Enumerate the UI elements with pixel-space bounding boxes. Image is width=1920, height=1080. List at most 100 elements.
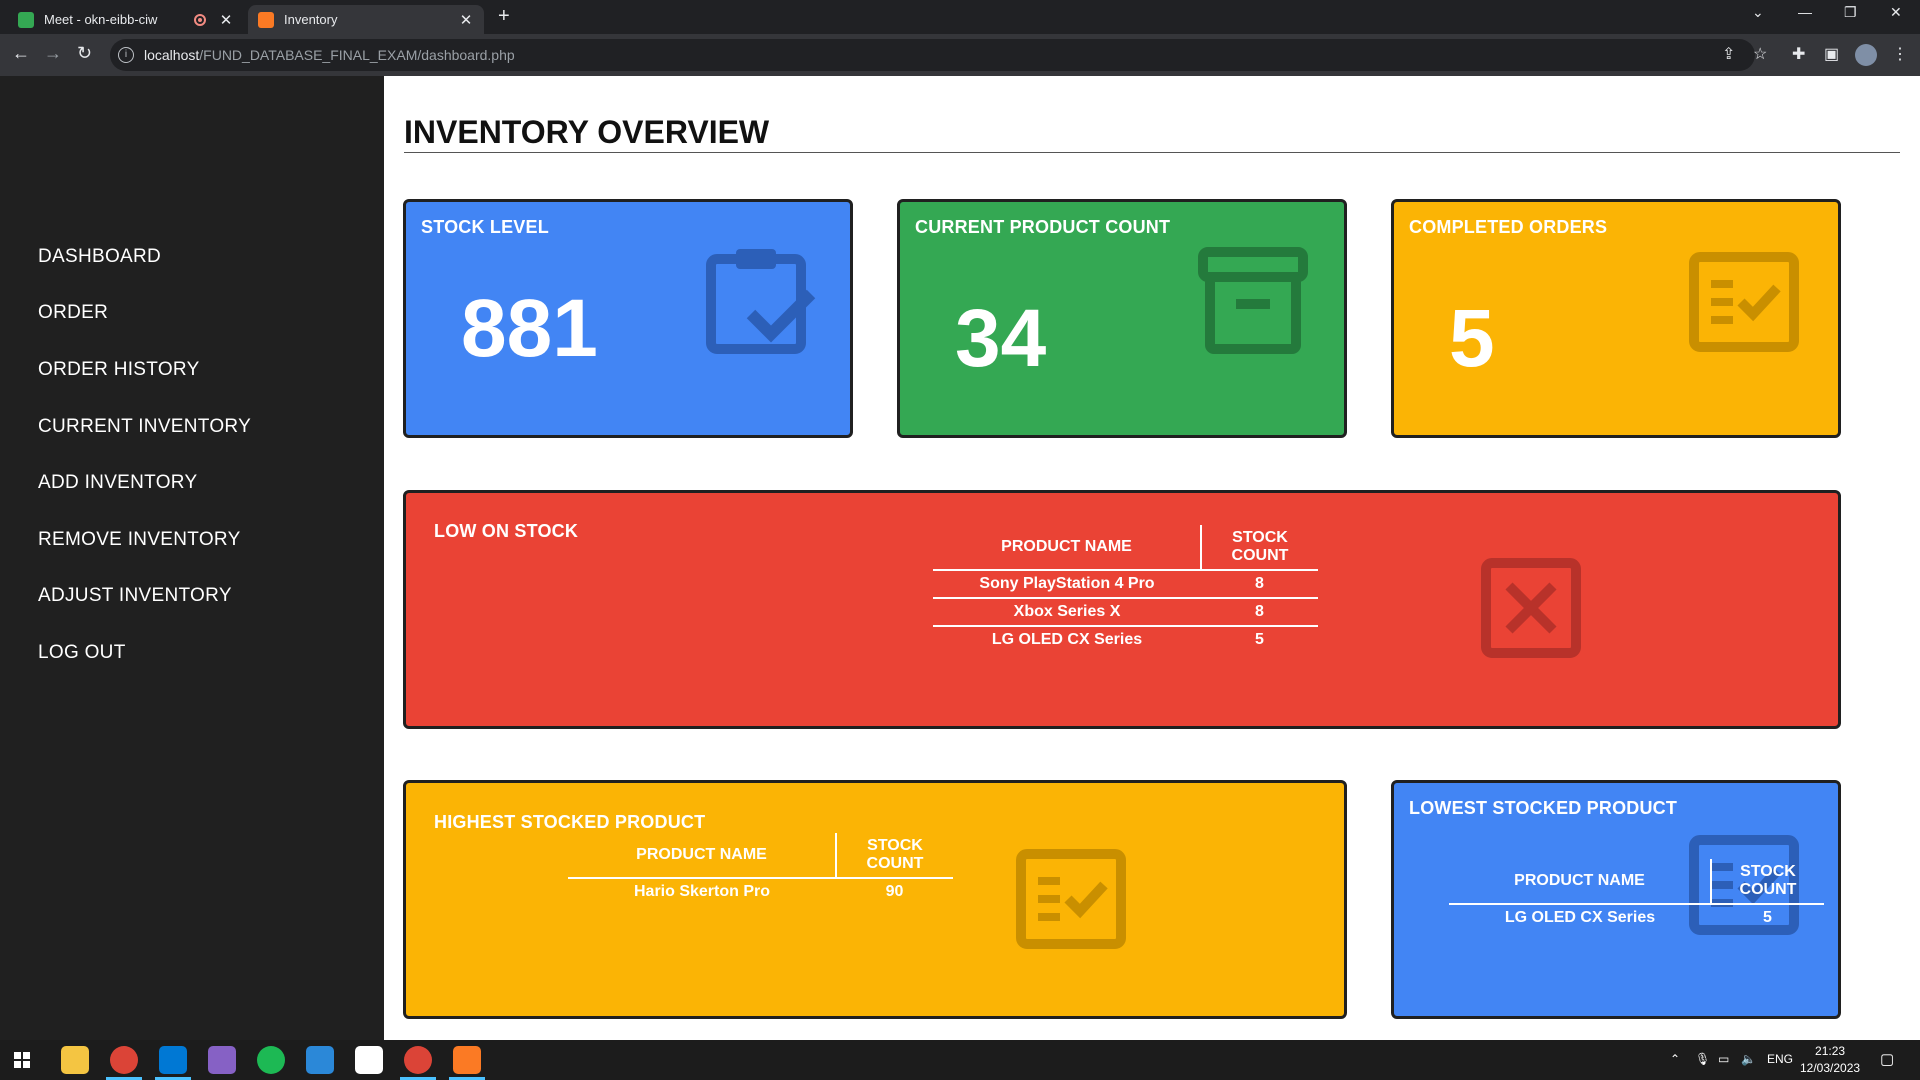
- highest-stocked-table: PRODUCT NAME STOCK COUNT Hario Skerton P…: [568, 833, 953, 905]
- forward-icon[interactable]: →: [44, 43, 62, 64]
- url-path: /FUND_DATABASE_FINAL_EXAM/dashboard.php: [199, 47, 515, 63]
- url-bar[interactable]: i localhost/FUND_DATABASE_FINAL_EXAM/das…: [110, 39, 1755, 71]
- column-header: STOCK COUNT: [1739, 863, 1797, 898]
- recording-icon: [194, 13, 206, 26]
- title-divider: [404, 152, 1900, 153]
- close-tab-icon[interactable]: ✕: [458, 11, 474, 29]
- close-tab-icon[interactable]: ✕: [218, 11, 234, 29]
- restore-icon[interactable]: ❐: [1844, 4, 1857, 21]
- product-count-card: CURRENT PRODUCT COUNT 34: [897, 199, 1347, 438]
- column-header: STOCK COUNT: [1231, 529, 1289, 564]
- language-indicator[interactable]: ENG: [1767, 1052, 1793, 1066]
- taskbar: ⌃ 🎙 ▭ 🔈 ENG 21:23 12/03/2023 ▢: [0, 1040, 1920, 1080]
- table-row: LG OLED CX Series 5: [933, 626, 1318, 653]
- visual-studio-icon[interactable]: [208, 1046, 236, 1074]
- tab-search-icon[interactable]: ⌄: [1752, 4, 1764, 21]
- back-icon[interactable]: ←: [12, 43, 30, 64]
- mail-icon[interactable]: [306, 1046, 334, 1074]
- product-name: Sony PlayStation 4 Pro: [979, 575, 1155, 592]
- checklist-icon: [1689, 252, 1799, 352]
- vscode-icon[interactable]: [159, 1046, 187, 1074]
- table-row: Hario Skerton Pro 90: [568, 878, 953, 905]
- clock-time: 21:23: [1815, 1044, 1846, 1058]
- file-explorer-icon[interactable]: [61, 1046, 89, 1074]
- extensions-icon[interactable]: ✚: [1792, 44, 1805, 64]
- spotify-icon[interactable]: [257, 1046, 285, 1074]
- column-header: PRODUCT NAME: [933, 525, 1202, 570]
- sidebar-item-current-inventory[interactable]: CURRENT INVENTORY: [38, 416, 251, 438]
- table-header-row: PRODUCT NAME STOCK COUNT: [568, 833, 953, 878]
- card-title: LOW ON STOCK: [434, 521, 579, 541]
- table-row: LG OLED CX Series 5: [1449, 904, 1824, 931]
- sidebar-item-log-out[interactable]: LOG OUT: [38, 642, 126, 664]
- reload-icon[interactable]: ↻: [77, 43, 92, 64]
- stock-count: 90: [885, 883, 904, 900]
- url-host: localhost: [144, 47, 200, 63]
- address-toolbar: ← → ↻ i localhost/FUND_DATABASE_FINAL_EX…: [0, 34, 1920, 76]
- stock-count: 8: [1255, 603, 1264, 620]
- tab-meet[interactable]: Meet - okn-eibb-ciw ✕: [8, 5, 244, 34]
- sidebar-item-order[interactable]: ORDER: [38, 302, 108, 324]
- side-panel-icon[interactable]: ▣: [1824, 44, 1839, 64]
- product-name: Hario Skerton Pro: [633, 883, 771, 900]
- tray-chevron-icon[interactable]: ⌃: [1670, 1052, 1680, 1066]
- clock-date: 12/03/2023: [1800, 1061, 1861, 1075]
- sidebar-item-add-inventory[interactable]: ADD INVENTORY: [38, 472, 197, 494]
- microphone-icon[interactable]: 🎙: [1695, 1052, 1710, 1066]
- notion-icon[interactable]: [355, 1046, 383, 1074]
- clipboard-check-icon: [706, 249, 816, 354]
- close-window-icon[interactable]: ✕: [1890, 4, 1902, 21]
- checklist-icon: [1016, 849, 1126, 949]
- bookmark-star-icon[interactable]: ☆: [1753, 44, 1767, 64]
- browser-tab-bar: Meet - okn-eibb-ciw ✕ Inventory ✕ + ⌄ — …: [0, 0, 1920, 34]
- windows-start-icon[interactable]: [14, 1052, 30, 1068]
- xampp-favicon-icon: [258, 11, 274, 28]
- low-stock-card: LOW ON STOCK PRODUCT NAME STOCK COUNT So…: [403, 490, 1841, 729]
- completed-orders-card: COMPLETED ORDERS 5: [1391, 199, 1841, 438]
- volume-icon[interactable]: 🔈: [1741, 1052, 1756, 1066]
- column-header: PRODUCT NAME: [568, 833, 837, 878]
- stock-count: 8: [1255, 575, 1264, 592]
- sidebar-item-order-history[interactable]: ORDER HISTORY: [38, 359, 200, 381]
- low-stock-table: PRODUCT NAME STOCK COUNT Sony PlayStatio…: [933, 525, 1318, 653]
- profile-avatar[interactable]: [1855, 44, 1877, 66]
- table-header-row: PRODUCT NAME STOCK COUNT: [1449, 859, 1824, 904]
- xampp-icon[interactable]: [453, 1046, 481, 1074]
- sidebar-item-dashboard[interactable]: DASHBOARD: [38, 246, 161, 268]
- card-title: CURRENT PRODUCT COUNT: [915, 217, 1171, 237]
- tab-inventory[interactable]: Inventory ✕: [248, 5, 484, 34]
- network-icon[interactable]: ▭: [1718, 1052, 1729, 1066]
- product-name: LG OLED CX Series: [1504, 909, 1656, 926]
- sidebar-item-remove-inventory[interactable]: REMOVE INVENTORY: [38, 529, 241, 551]
- sidebar: DASHBOARD ORDER ORDER HISTORY CURRENT IN…: [0, 76, 384, 1040]
- chrome-icon[interactable]: [110, 1046, 138, 1074]
- lowest-stocked-card: LOWEST STOCKED PRODUCT PRODUCT NAME STOC…: [1391, 780, 1841, 1019]
- table-row: Sony PlayStation 4 Pro 8: [933, 570, 1318, 598]
- system-clock[interactable]: 21:23 12/03/2023: [1800, 1043, 1860, 1077]
- completed-orders-value: 5: [1449, 293, 1495, 384]
- tab-label: Inventory: [284, 12, 338, 27]
- share-icon[interactable]: ⇪: [1722, 44, 1735, 64]
- site-info-icon[interactable]: i: [118, 47, 134, 63]
- menu-kebab-icon[interactable]: ⋮: [1892, 44, 1908, 64]
- main-content: INVENTORY OVERVIEW STOCK LEVEL 881 CURRE…: [384, 76, 1920, 1040]
- minimize-icon[interactable]: —: [1798, 4, 1812, 20]
- product-count-value: 34: [955, 293, 1047, 384]
- card-title: LOWEST STOCKED PRODUCT: [1409, 798, 1678, 818]
- stock-count: 5: [1255, 631, 1264, 648]
- sidebar-item-adjust-inventory[interactable]: ADJUST INVENTORY: [38, 585, 232, 607]
- product-name: LG OLED CX Series: [991, 631, 1143, 648]
- lowest-stocked-table: PRODUCT NAME STOCK COUNT LG OLED CX Seri…: [1449, 859, 1824, 931]
- column-header: STOCK COUNT: [866, 837, 924, 872]
- meet-favicon-icon: [18, 11, 34, 28]
- notifications-icon[interactable]: ▢: [1880, 1050, 1894, 1068]
- new-tab-icon[interactable]: +: [498, 5, 510, 28]
- close-box-icon: [1481, 558, 1581, 658]
- card-title: HIGHEST STOCKED PRODUCT: [434, 812, 706, 832]
- table-header-row: PRODUCT NAME STOCK COUNT: [933, 525, 1318, 570]
- stock-count: 5: [1763, 909, 1772, 926]
- tab-label: Meet - okn-eibb-ciw: [44, 12, 158, 27]
- chrome-profile-icon[interactable]: [404, 1046, 432, 1074]
- archive-box-icon: [1198, 247, 1308, 354]
- highest-stocked-card: HIGHEST STOCKED PRODUCT PRODUCT NAME STO…: [403, 780, 1347, 1019]
